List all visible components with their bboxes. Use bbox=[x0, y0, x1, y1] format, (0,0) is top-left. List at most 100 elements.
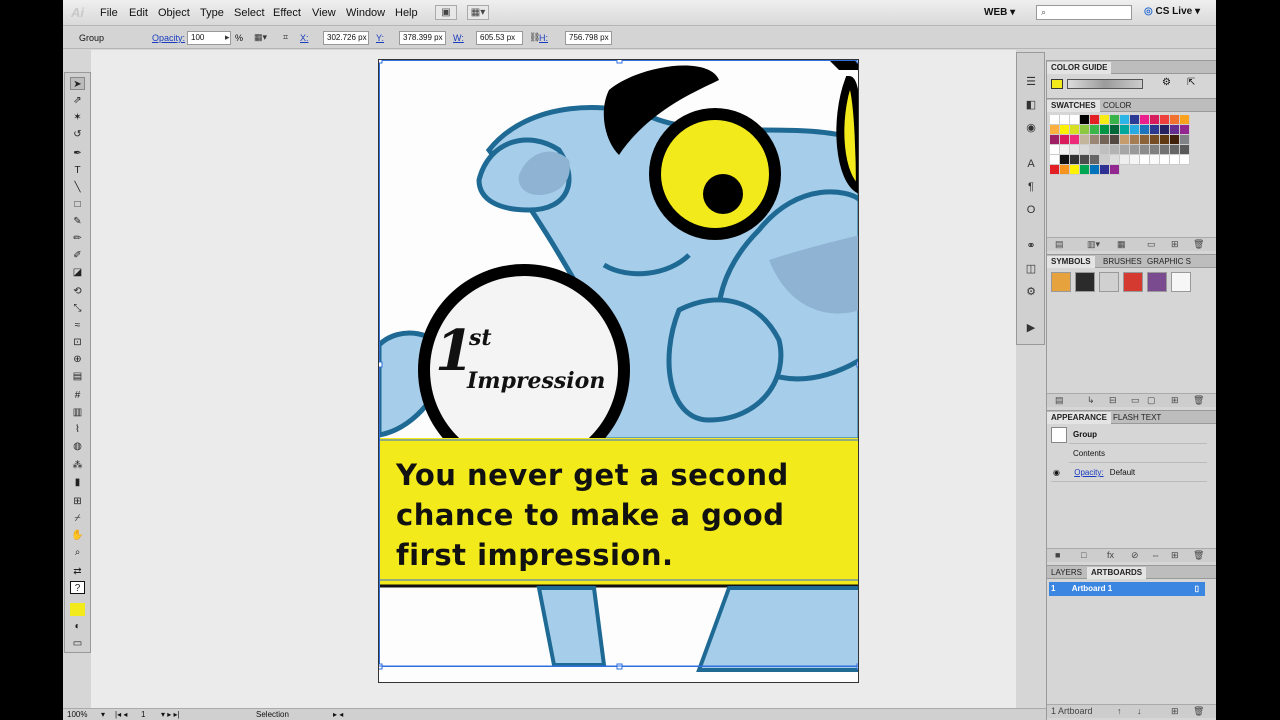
hand-tool-icon[interactable]: ✋ bbox=[70, 529, 85, 542]
swatch[interactable] bbox=[1140, 155, 1150, 165]
new-symbol-icon[interactable]: ⊞ bbox=[1171, 395, 1179, 406]
magic-wand-tool-icon[interactable]: ✶ bbox=[70, 111, 85, 124]
swatch[interactable] bbox=[1180, 135, 1190, 145]
perspective-grid-tool-icon[interactable]: ▤ bbox=[70, 370, 85, 383]
status-tool[interactable]: Selection bbox=[256, 710, 289, 719]
gradient-tool-icon[interactable]: ▥ bbox=[70, 406, 85, 419]
blob-brush-tool-icon[interactable]: ✐ bbox=[70, 249, 85, 262]
swatch[interactable] bbox=[1160, 125, 1170, 135]
swatch[interactable] bbox=[1160, 155, 1170, 165]
swatch[interactable] bbox=[1130, 135, 1140, 145]
swatch[interactable] bbox=[1060, 135, 1070, 145]
shape-builder-tool-icon[interactable]: ⊕ bbox=[70, 353, 85, 366]
artboard-options-icon[interactable]: ▯ bbox=[1195, 582, 1199, 596]
workspace-switcher[interactable]: WEB ▾ bbox=[984, 7, 1015, 18]
swatch[interactable] bbox=[1180, 155, 1190, 165]
swatch[interactable] bbox=[1090, 145, 1100, 155]
next-artboard-icon[interactable]: ▾ ▸ ▸| bbox=[161, 710, 180, 719]
tab-color[interactable]: COLOR bbox=[1099, 100, 1135, 112]
swatch[interactable] bbox=[1090, 135, 1100, 145]
tab-artboards[interactable]: ARTBOARDS bbox=[1087, 567, 1147, 579]
move-up-icon[interactable]: ↑ bbox=[1117, 706, 1122, 716]
harmony-rules-bar[interactable] bbox=[1067, 79, 1143, 89]
actions-panel-icon[interactable]: ⚙ bbox=[1023, 285, 1039, 299]
swatch[interactable] bbox=[1080, 155, 1090, 165]
tab-layers[interactable]: LAYERS bbox=[1047, 567, 1086, 579]
swatch[interactable] bbox=[1080, 145, 1090, 155]
swatch[interactable] bbox=[1080, 165, 1090, 175]
swatch[interactable] bbox=[1050, 165, 1060, 175]
swatch[interactable] bbox=[1070, 135, 1080, 145]
add-fill-icon[interactable]: □ bbox=[1081, 550, 1086, 560]
tab-brushes[interactable]: BRUSHES bbox=[1099, 256, 1146, 268]
w-field[interactable]: 605.53 px bbox=[476, 31, 523, 45]
free-transform-tool-icon[interactable]: ⊡ bbox=[70, 336, 85, 349]
transform-icon[interactable]: ⌗ bbox=[283, 32, 288, 43]
swatch[interactable] bbox=[1110, 135, 1120, 145]
swatch[interactable] bbox=[1140, 135, 1150, 145]
swatch[interactable] bbox=[1050, 125, 1060, 135]
y-label[interactable]: Y: bbox=[376, 33, 384, 43]
bound-handle-ml[interactable] bbox=[379, 361, 383, 368]
swatch[interactable] bbox=[1140, 125, 1150, 135]
swatch[interactable] bbox=[1070, 145, 1080, 155]
menu-object[interactable]: Object bbox=[158, 7, 190, 19]
swatch[interactable] bbox=[1120, 125, 1130, 135]
swatch[interactable] bbox=[1080, 125, 1090, 135]
rectangle-tool-icon[interactable]: □ bbox=[70, 198, 85, 211]
tab-symbols[interactable]: SYMBOLS bbox=[1047, 256, 1095, 268]
swatch[interactable] bbox=[1100, 135, 1110, 145]
symbol-cube-icon[interactable] bbox=[1051, 272, 1071, 292]
new-swatch-icon[interactable]: ⊞ bbox=[1171, 239, 1179, 250]
symbol-mask-icon[interactable] bbox=[1123, 272, 1143, 292]
scale-tool-icon[interactable]: ⤡ bbox=[70, 302, 85, 315]
swatch[interactable] bbox=[1150, 155, 1160, 165]
swatch[interactable] bbox=[1110, 145, 1120, 155]
appearance-contents-row[interactable]: Contents bbox=[1069, 445, 1207, 463]
swatch-black[interactable] bbox=[1080, 115, 1090, 125]
tab-flash-text[interactable]: FLASH TEXT bbox=[1109, 412, 1165, 424]
cs-live-button[interactable]: ◎ CS Live ▾ bbox=[1144, 6, 1200, 17]
delete-artboard-icon[interactable]: 🗑 bbox=[1193, 706, 1204, 717]
delete-symbol-icon[interactable]: 🗑 bbox=[1193, 395, 1204, 406]
swatch[interactable] bbox=[1170, 145, 1180, 155]
swatch-registration[interactable] bbox=[1060, 115, 1070, 125]
symbol-options-icon[interactable]: ▭ bbox=[1131, 395, 1140, 406]
swatch[interactable] bbox=[1080, 135, 1090, 145]
color-guide-save-icon[interactable]: ⇱ bbox=[1187, 77, 1195, 88]
opentype-panel-icon[interactable]: O bbox=[1023, 203, 1039, 217]
place-symbol-icon[interactable]: ↳ bbox=[1087, 395, 1095, 406]
swatch[interactable] bbox=[1090, 165, 1100, 175]
swatch[interactable] bbox=[1160, 135, 1170, 145]
reference-point-icon[interactable]: ▦▾ bbox=[254, 32, 267, 43]
pen-tool-icon[interactable]: ✒ bbox=[70, 147, 85, 160]
swatch[interactable] bbox=[1070, 155, 1080, 165]
eraser-tool-icon[interactable]: ◪ bbox=[70, 266, 85, 279]
swatch[interactable] bbox=[1100, 145, 1110, 155]
blend-tool-icon[interactable]: ◍ bbox=[70, 440, 85, 453]
swatch[interactable] bbox=[1130, 145, 1140, 155]
selection-tool-icon[interactable]: ➤ bbox=[70, 77, 85, 90]
pencil-tool-icon[interactable]: ✏ bbox=[70, 232, 85, 245]
symbol-libraries-icon[interactable]: ▤ bbox=[1055, 395, 1064, 406]
swatch-cyan[interactable] bbox=[1120, 115, 1130, 125]
rotate-tool-icon[interactable]: ⟲ bbox=[70, 285, 85, 298]
tab-appearance[interactable]: APPEARANCE bbox=[1047, 412, 1112, 424]
swatch[interactable] bbox=[1120, 155, 1130, 165]
swatch-none[interactable] bbox=[1050, 115, 1060, 125]
x-label[interactable]: X: bbox=[300, 33, 309, 43]
symbol-sphere-icon[interactable] bbox=[1147, 272, 1167, 292]
navigator-panel-icon[interactable]: ▶ bbox=[1023, 321, 1039, 335]
warp-tool-icon[interactable]: ≈ bbox=[70, 319, 85, 332]
new-color-group-icon[interactable]: ▭ bbox=[1147, 239, 1156, 250]
bound-handle-tr[interactable] bbox=[856, 60, 859, 64]
swatch-green[interactable] bbox=[1110, 115, 1120, 125]
swatch[interactable] bbox=[1110, 155, 1120, 165]
bound-handle-mr[interactable] bbox=[856, 361, 859, 368]
swatch-white[interactable] bbox=[1070, 115, 1080, 125]
mesh-tool-icon[interactable]: # bbox=[70, 389, 85, 402]
delete-item-icon[interactable]: 🗑 bbox=[1193, 550, 1204, 561]
swatch[interactable] bbox=[1110, 125, 1120, 135]
swatch[interactable] bbox=[1140, 145, 1150, 155]
document-canvas[interactable]: 1 st Impression You never get a second c… bbox=[91, 50, 1016, 708]
